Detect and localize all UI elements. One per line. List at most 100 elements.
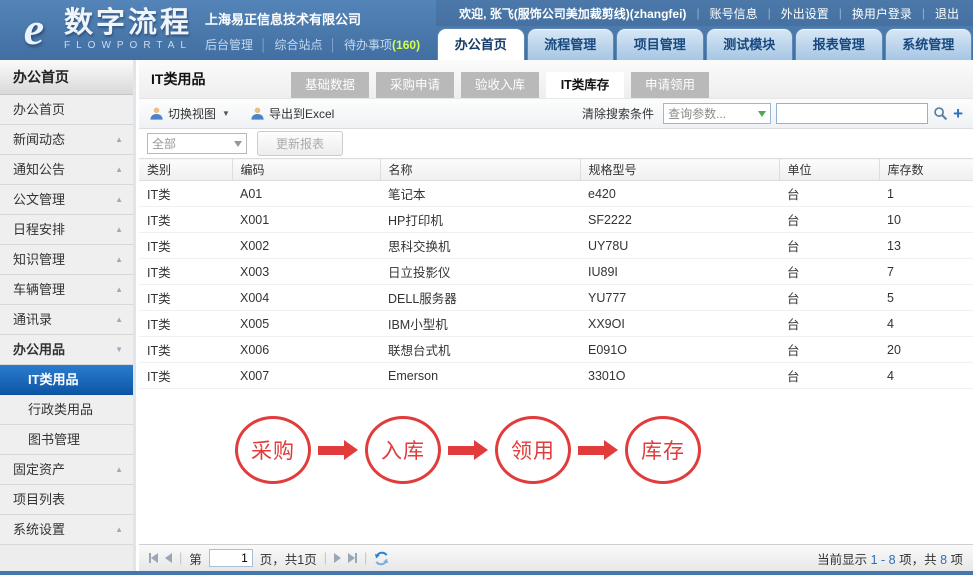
collapse-arrow-icon[interactable]: ▲ xyxy=(115,455,123,484)
clear-search-button[interactable]: 清除搜索条件 xyxy=(582,105,654,122)
collapse-arrow-icon[interactable]: ▲ xyxy=(115,305,123,334)
collapse-arrow-icon[interactable]: ▲ xyxy=(115,215,123,244)
refresh-button[interactable] xyxy=(374,551,389,566)
content-tabs: 基础数据 采购申请 验收入库 IT类库存 申请领用 xyxy=(291,72,709,98)
column-header-5[interactable]: 库存数 xyxy=(879,158,973,181)
sidebar-item-5[interactable]: 知识管理 ▲ xyxy=(0,245,133,275)
top-header: e 数字流程 FLOWPORTAL 上海易正信息技术有限公司 后台管理 │ 综合站点… xyxy=(0,0,973,60)
link-account-info[interactable]: 账号信息 xyxy=(710,5,758,22)
query-param-select[interactable]: 查询参数... xyxy=(663,103,772,124)
app-title: 数字流程 xyxy=(64,6,193,39)
last-page-button[interactable] xyxy=(347,553,357,563)
sidebar-item-7[interactable]: 通讯录 ▲ xyxy=(0,305,133,335)
top-nav-tab-label: 系统管理 xyxy=(902,37,955,52)
sidebar-item-label: 固定资产 xyxy=(13,462,66,477)
table-cell: IT类 xyxy=(139,284,232,311)
update-report-button[interactable]: 更新报表 xyxy=(257,131,344,156)
divider: │ xyxy=(329,38,338,52)
sidebar-item-6[interactable]: 车辆管理 ▲ xyxy=(0,275,133,305)
column-header-3[interactable]: 规格型号 xyxy=(580,158,780,181)
collapse-arrow-icon[interactable]: ▼ xyxy=(115,335,123,364)
sidebar-item-2[interactable]: 通知公告 ▲ xyxy=(0,155,133,185)
sidebar-title: 办公首页 xyxy=(0,60,133,95)
table-row[interactable]: IT类 X001 HP打印机 SF2222 台 10 xyxy=(139,206,973,233)
first-page-button[interactable] xyxy=(149,553,158,563)
table-row[interactable]: IT类 X006 联想台式机 E091O 台 20 xyxy=(139,336,973,363)
content-tab-4[interactable]: 申请领用 xyxy=(631,72,709,98)
export-excel-button[interactable]: 导出到Excel xyxy=(250,105,334,122)
top-nav-tab-5[interactable]: 系统管理 xyxy=(884,28,972,60)
sidebar-item-11[interactable]: 图书管理 xyxy=(0,425,133,455)
logo-text: 数字流程 FLOWPORTAL xyxy=(64,8,192,51)
sidebar-item-13[interactable]: 项目列表 xyxy=(0,485,133,515)
table-row[interactable]: IT类 A01 笔记本 e420 台 1 xyxy=(139,180,973,207)
table-cell: IU89I xyxy=(580,258,779,285)
top-nav-tab-1[interactable]: 流程管理 xyxy=(526,28,614,60)
table-cell: 台 xyxy=(779,232,879,259)
top-nav-tab-0[interactable]: 办公首页 xyxy=(437,28,525,60)
link-todo-items[interactable]: 待办事项(160) xyxy=(344,38,420,52)
link-backend-admin[interactable]: 后台管理 xyxy=(205,38,253,52)
flow-arrow-icon xyxy=(448,440,488,460)
top-nav-tab-4[interactable]: 报表管理 xyxy=(795,28,883,60)
collapse-arrow-icon[interactable]: ▲ xyxy=(115,125,123,154)
sidebar-item-10[interactable]: 行政类用品 xyxy=(0,395,133,425)
content-tab-0[interactable]: 基础数据 xyxy=(291,72,369,98)
search-button[interactable] xyxy=(933,106,948,121)
sidebar-item-3[interactable]: 公文管理 ▲ xyxy=(0,185,133,215)
table-row[interactable]: IT类 X005 IBM小型机 XX9OI 台 4 xyxy=(139,310,973,337)
table-row[interactable]: IT类 X002 思科交换机 UY78U 台 13 xyxy=(139,232,973,259)
table-cell: X004 xyxy=(232,284,380,311)
welcome-text: 欢迎, 张飞(服饰公司美加裁剪线)(zhangfei) xyxy=(459,6,687,21)
sidebar-item-14[interactable]: 系统设置 ▲ xyxy=(0,515,133,545)
table-cell: UY78U xyxy=(580,232,779,259)
link-logout[interactable]: 退出 xyxy=(935,5,959,22)
link-portal-site[interactable]: 综合站点 xyxy=(275,38,323,52)
prev-page-button[interactable] xyxy=(165,553,172,563)
sidebar-item-8[interactable]: 办公用品 ▼ xyxy=(0,335,133,365)
last-page-icon xyxy=(354,553,357,563)
page-number-input[interactable] xyxy=(208,549,253,567)
top-nav-tab-3[interactable]: 测试模块 xyxy=(705,28,793,60)
collapse-arrow-icon[interactable]: ▲ xyxy=(115,155,123,184)
switch-view-button[interactable]: 切换视图 ▼ xyxy=(149,105,230,122)
collapse-arrow-icon[interactable]: ▲ xyxy=(115,515,123,544)
collapse-arrow-icon[interactable]: ▲ xyxy=(115,185,123,214)
table-row[interactable]: IT类 X003 日立投影仪 IU89I 台 7 xyxy=(139,258,973,285)
column-header-1[interactable]: 编码 xyxy=(232,158,381,181)
flow-arrow-icon xyxy=(578,440,618,460)
content-tab-3[interactable]: IT类库存 xyxy=(546,72,624,98)
add-filter-button[interactable]: + xyxy=(953,105,963,122)
link-switch-user[interactable]: 换用户登录 xyxy=(852,5,912,22)
process-flow-diagram: 采购 入库 领用 库存 xyxy=(235,416,973,484)
flow-step-label: 库存 xyxy=(641,440,685,463)
content-tab-1[interactable]: 采购申请 xyxy=(376,72,454,98)
sidebar-item-0[interactable]: 办公首页 xyxy=(0,95,133,125)
link-out-of-office[interactable]: 外出设置 xyxy=(781,5,829,22)
sidebar-item-9[interactable]: IT类用品 xyxy=(0,365,133,395)
search-input[interactable] xyxy=(776,103,929,124)
sidebar-item-label: 通讯录 xyxy=(13,312,53,327)
category-filter-select[interactable]: 全部 xyxy=(147,133,247,154)
table-row[interactable]: IT类 X007 Emerson 3301O 台 4 xyxy=(139,362,973,389)
divider: │ xyxy=(260,38,268,52)
table-cell: e420 xyxy=(580,180,779,207)
summary-text: 当前显示 xyxy=(817,552,871,567)
user-icon xyxy=(251,107,264,120)
sidebar-item-label: 项目列表 xyxy=(13,492,66,507)
sidebar-item-12[interactable]: 固定资产 ▲ xyxy=(0,455,133,485)
flow-step-1: 入库 xyxy=(365,416,441,484)
sidebar-item-4[interactable]: 日程安排 ▲ xyxy=(0,215,133,245)
column-header-4[interactable]: 单位 xyxy=(779,158,880,181)
top-nav-tab-2[interactable]: 项目管理 xyxy=(616,28,704,60)
collapse-arrow-icon[interactable]: ▲ xyxy=(115,245,123,274)
content-tab-2[interactable]: 验收入库 xyxy=(461,72,539,98)
column-header-0[interactable]: 类别 xyxy=(139,158,233,181)
content-tab-label: IT类库存 xyxy=(560,78,610,92)
table-row[interactable]: IT类 X004 DELL服务器 YU777 台 5 xyxy=(139,284,973,311)
collapse-arrow-icon[interactable]: ▲ xyxy=(115,275,123,304)
sidebar-item-1[interactable]: 新闻动态 ▲ xyxy=(0,125,133,155)
column-header-2[interactable]: 名称 xyxy=(380,158,581,181)
next-page-button[interactable] xyxy=(333,553,341,563)
divider: | xyxy=(363,551,368,565)
